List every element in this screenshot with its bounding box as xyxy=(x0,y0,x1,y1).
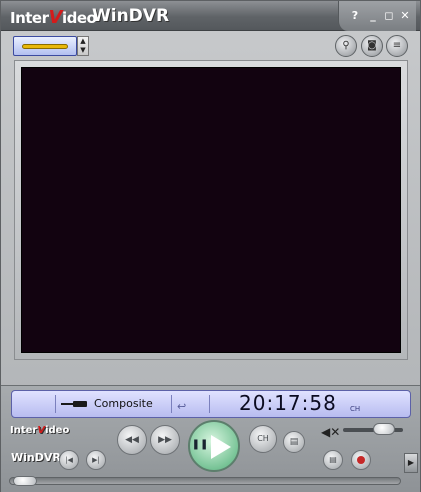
source-label: Composite xyxy=(94,397,153,410)
chevron-right-icon: ▶ xyxy=(407,458,415,467)
snapshot-button[interactable]: ◙ xyxy=(361,35,383,57)
next-button[interactable]: ▶| xyxy=(86,450,106,470)
source-spinner[interactable]: ▲ ▼ xyxy=(77,36,89,56)
timeshift-button[interactable]: ▤ xyxy=(323,450,343,470)
logo-text-ideo: ideo xyxy=(45,425,70,436)
timeshift-icon: ▤ xyxy=(329,455,337,464)
volume-slider-knob[interactable] xyxy=(373,423,395,435)
logo-text-inter: Inter xyxy=(10,425,38,436)
lcd-divider xyxy=(55,395,56,413)
composite-cable-icon xyxy=(22,44,68,49)
tool-button[interactable]: ▤ xyxy=(283,431,305,453)
restore-button[interactable]: ◻ xyxy=(381,9,397,23)
mute-button[interactable]: ◀✕ xyxy=(321,425,341,441)
seek-bar[interactable] xyxy=(9,477,401,485)
play-icon xyxy=(211,435,231,459)
intervideo-logo-small: InterVideo xyxy=(10,425,69,436)
return-icon[interactable]: ↩ xyxy=(177,400,186,413)
video-display[interactable] xyxy=(21,67,401,353)
list-button[interactable]: ≡ xyxy=(386,35,408,57)
source-select[interactable] xyxy=(13,36,77,56)
channel-button[interactable]: CH xyxy=(249,425,277,453)
spin-up-icon[interactable]: ▲ xyxy=(78,37,88,46)
seek-bar-knob[interactable] xyxy=(13,476,37,486)
magnifier-icon: ⚲ xyxy=(342,40,350,51)
rewind-icon: ◀◀ xyxy=(125,435,139,445)
fast-forward-icon: ▶▶ xyxy=(158,435,172,445)
logo-text-v: V xyxy=(48,7,63,28)
expand-panel-button[interactable]: ▶ xyxy=(404,453,418,473)
pause-icon: ❚❚ xyxy=(191,439,209,450)
spin-down-icon[interactable]: ▼ xyxy=(78,46,88,55)
channel-icon: CH xyxy=(257,434,269,443)
pause-button[interactable]: ❚❚ xyxy=(191,434,209,456)
logo-text-v: V xyxy=(37,425,46,436)
intervideo-logo: InterVideo xyxy=(10,7,97,28)
fast-forward-button[interactable]: ▶▶ xyxy=(150,425,180,455)
window-controls: ? _ ◻ ✕ xyxy=(338,1,416,31)
channel-label: CH xyxy=(350,405,361,413)
app-label: WinDVR xyxy=(11,451,61,464)
windvr-window: InterVideo WinDVR ? _ ◻ ✕ ▲ ▼ ⚲ ◙ ≡ Comp… xyxy=(0,0,421,492)
help-button[interactable]: ? xyxy=(347,9,363,23)
composite-cable-icon xyxy=(61,401,87,407)
logo-text-inter: Inter xyxy=(10,9,49,27)
lcd-divider xyxy=(209,395,210,413)
rewind-button[interactable]: ◀◀ xyxy=(117,425,147,455)
zoom-button[interactable]: ⚲ xyxy=(335,35,357,57)
time-display: 20:17:58 xyxy=(239,391,337,415)
next-icon: ▶| xyxy=(92,456,100,464)
tool-icon: ▤ xyxy=(289,437,299,447)
speaker-mute-icon: ◀✕ xyxy=(321,425,341,439)
camera-icon: ◙ xyxy=(367,40,377,51)
list-icon: ≡ xyxy=(392,40,402,51)
minimize-button[interactable]: _ xyxy=(365,9,381,23)
previous-icon: |◀ xyxy=(65,456,73,464)
title-bar[interactable]: InterVideo WinDVR ? _ ◻ ✕ xyxy=(1,1,420,31)
record-button[interactable] xyxy=(351,450,371,470)
close-button[interactable]: ✕ xyxy=(397,9,413,23)
lcd-divider xyxy=(171,395,172,413)
window-title: WinDVR xyxy=(92,6,170,26)
previous-button[interactable]: |◀ xyxy=(59,450,79,470)
